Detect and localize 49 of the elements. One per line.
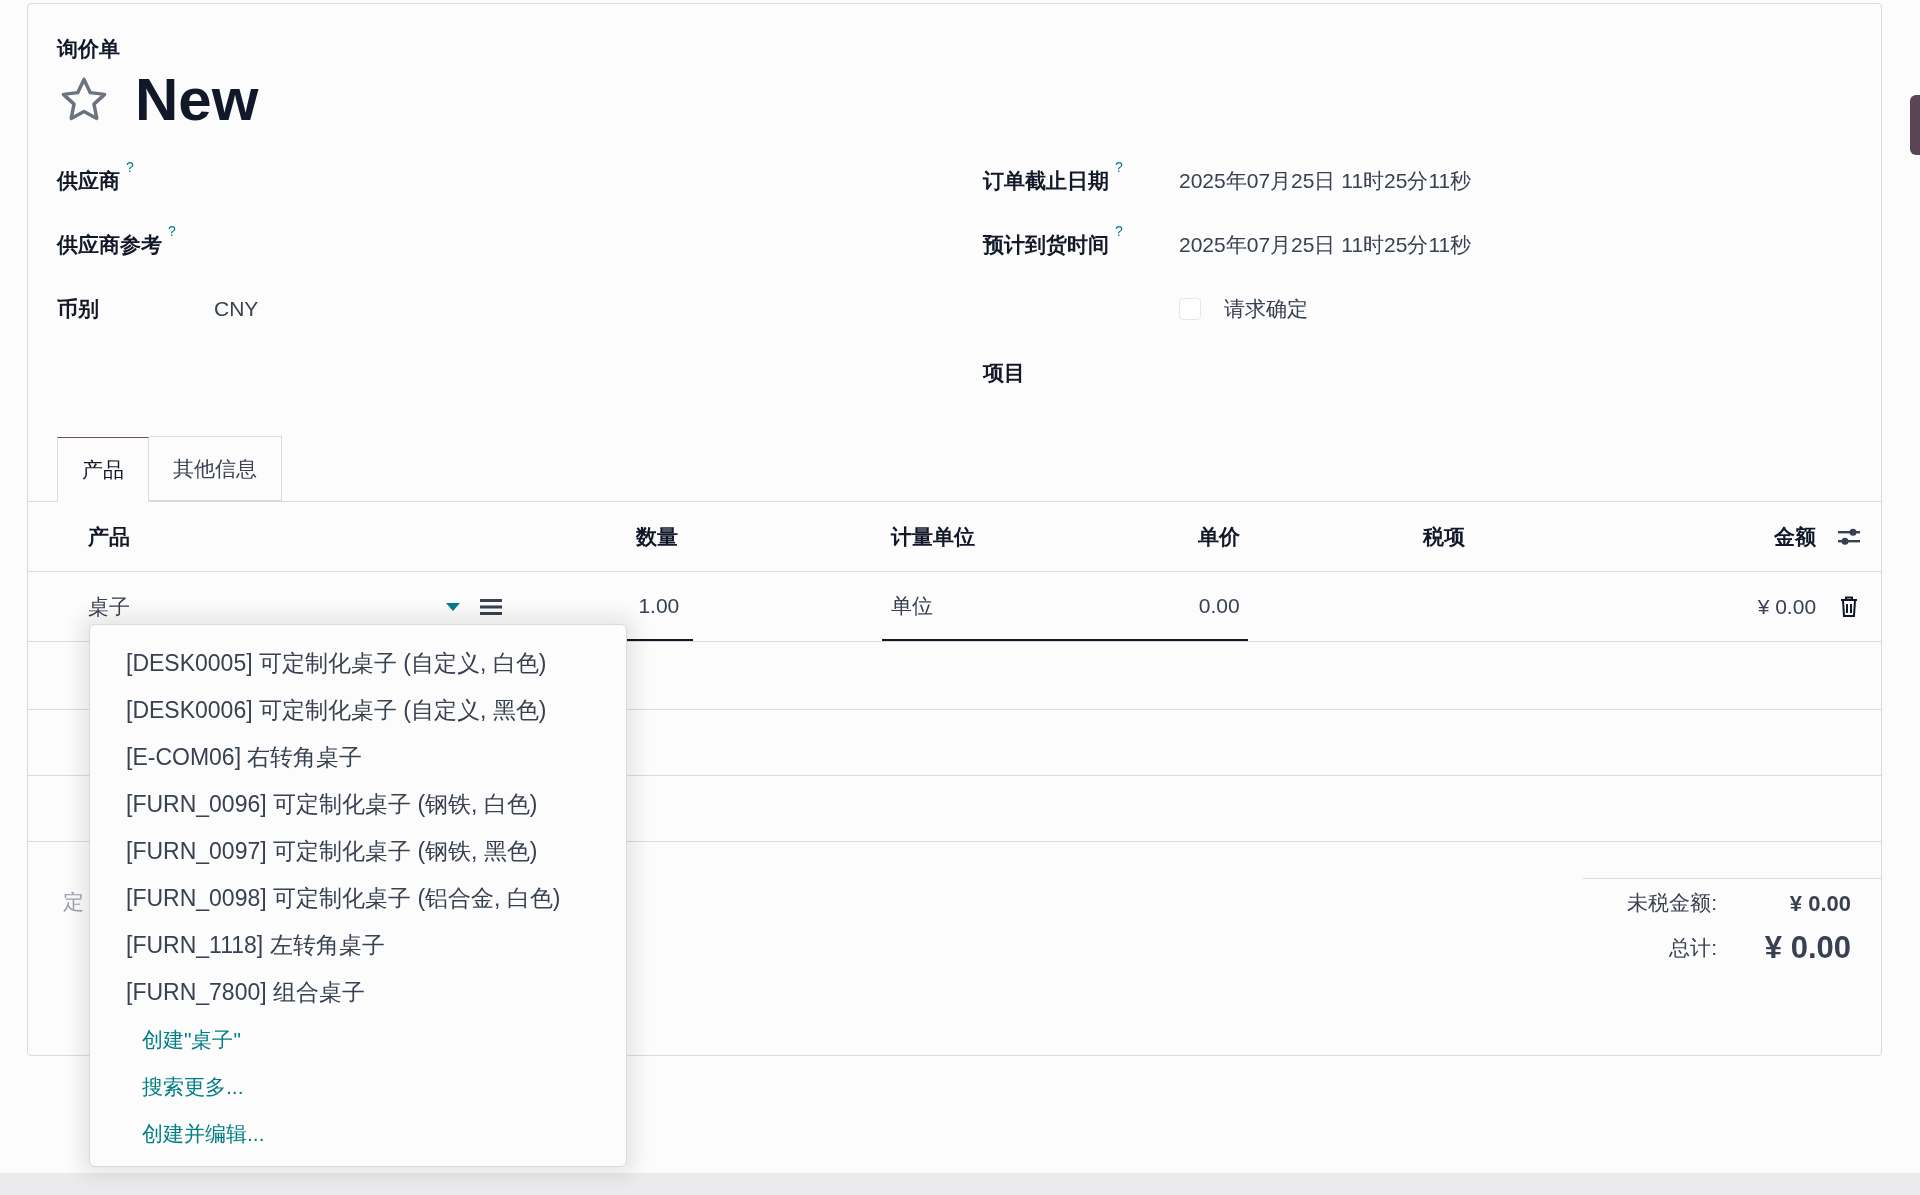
checkbox-label[interactable]: 请求确定 [1224,293,1308,325]
dropdown-option[interactable]: [FURN_1118] 左转角桌子 [90,922,626,969]
dropdown-action[interactable]: 创建"桌子" [90,1016,626,1063]
dropdown-option[interactable]: [FURN_0096] 可定制化桌子 (钢铁, 白色) [90,781,626,828]
dropdown-action[interactable]: 搜索更多... [90,1063,626,1110]
column-header[interactable]: 计量单位 [891,524,976,548]
sliders-icon[interactable] [1836,526,1861,547]
breadcrumb[interactable]: 询价单 [57,34,1881,64]
totals-label: 总计: [1669,935,1717,962]
help-tooltip-mark[interactable]: ? [126,159,134,176]
trash-icon[interactable] [1839,595,1858,618]
product-field[interactable]: 桌子 [88,590,446,623]
dropdown-option[interactable]: [FURN_7800] 组合桌子 [90,969,626,1016]
tab[interactable]: 其他信息 [149,436,282,501]
column-header[interactable]: 产品 [88,524,130,548]
totals-value: ¥ 0.00 [1763,928,1851,967]
dropdown-option[interactable]: [FURN_0098] 可定制化桌子 (铝合金, 白色) [90,875,626,922]
column-header[interactable]: 单价 [1197,524,1240,548]
caret-down-icon[interactable] [446,602,460,611]
field-value[interactable]: 2025年07月25日 11时25分11秒 [1179,229,1472,261]
record-title: New [135,70,259,130]
amount-cell-text: ¥ 0.00 [1756,593,1817,620]
dropdown-option[interactable]: [DESK0006] 可定制化桌子 (自定义, 黑色) [90,687,626,734]
field-label: 订单截止日期 [983,168,1109,195]
field-label: 币别 [57,296,99,323]
field-value[interactable]: 2025年07月25日 11时25分11秒 [1179,165,1472,197]
dropdown-action[interactable]: 创建并编辑... [90,1110,626,1157]
field-label: 项目 [983,360,1025,387]
help-tooltip-mark[interactable]: ? [1115,223,1123,240]
column-header[interactable]: 税项 [1422,524,1465,548]
tab[interactable]: 产品 [57,437,149,502]
dropdown-option[interactable]: [FURN_0097] 可定制化桌子 (钢铁, 黑色) [90,828,626,875]
unit-field[interactable]: 单位 [882,572,1060,641]
dropdown-option[interactable]: [DESK0005] 可定制化桌子 (自定义, 白色) [90,640,626,687]
field-label: 预计到货时间 [983,232,1109,259]
column-header[interactable]: 数量 [636,524,679,548]
unit-price-field[interactable]: 0.00 [1059,572,1248,641]
column-header[interactable]: 金额 [1774,524,1817,548]
totals-value: ¥ 0.00 [1788,889,1851,918]
checkbox[interactable] [1179,298,1201,320]
dropdown-option[interactable]: [E-COM06] 右转角桌子 [90,734,626,781]
help-tooltip-mark[interactable]: ? [168,223,176,240]
menu-icon[interactable] [480,597,502,616]
totals-label: 未税金额: [1627,890,1717,917]
help-tooltip-mark[interactable]: ? [1115,159,1123,176]
field-label: 供应商参考 [57,232,162,259]
field-value[interactable]: CNY [214,293,259,325]
field-label: 供应商 [57,168,120,195]
side-tab[interactable] [1910,95,1920,155]
